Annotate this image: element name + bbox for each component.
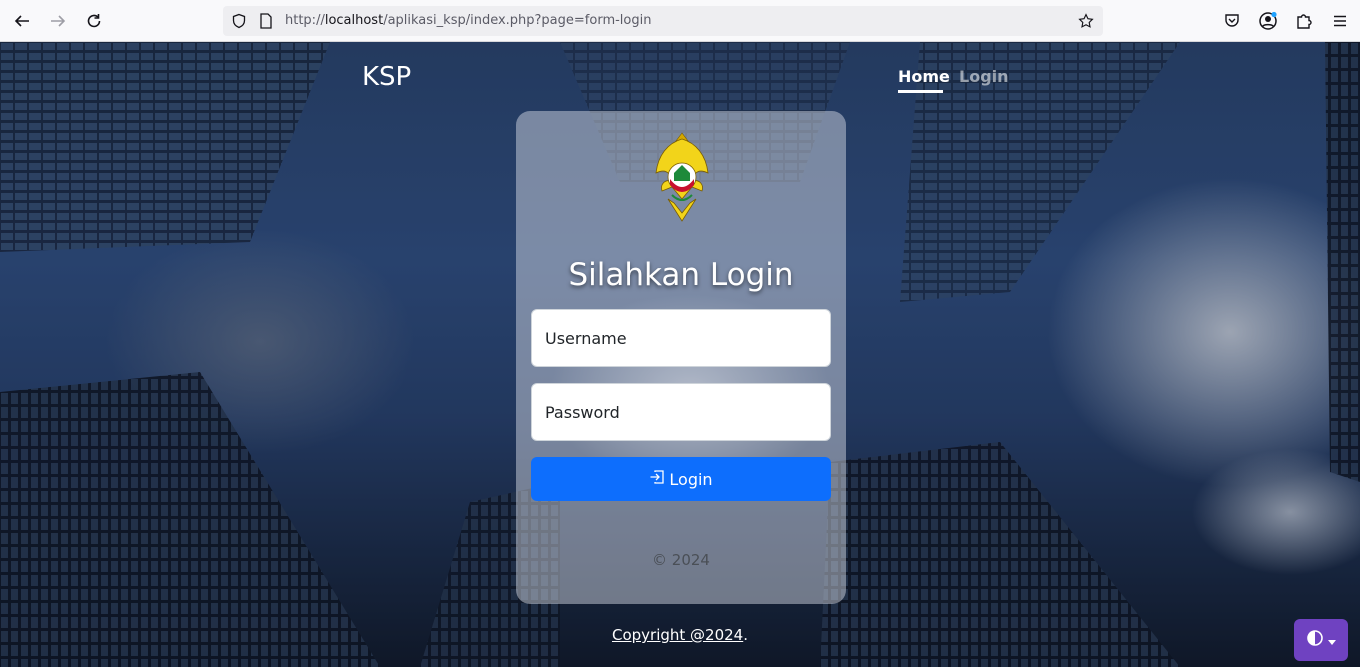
account-icon[interactable] [1258, 11, 1278, 31]
browser-toolbar: http://localhost/aplikasi_ksp/index.php?… [0, 0, 1360, 42]
reload-icon[interactable] [82, 9, 106, 33]
contrast-icon [1306, 629, 1324, 651]
emblem-logo [655, 132, 709, 222]
chevron-down-icon [1328, 631, 1336, 650]
hamburger-menu-icon[interactable] [1330, 11, 1350, 31]
nav-active-indicator [898, 90, 943, 93]
login-card: Silahkan Login Username Password Login ©… [516, 111, 846, 604]
nav-link-login[interactable]: Login [959, 67, 1009, 86]
password-field[interactable]: Password [531, 383, 831, 441]
password-label: Password [545, 403, 620, 422]
shield-icon[interactable] [231, 13, 247, 29]
url-text[interactable]: http://localhost/aplikasi_ksp/index.php?… [285, 13, 651, 28]
login-title: Silahkan Login [568, 257, 794, 293]
copyright-link[interactable]: Copyright @2024 [612, 626, 743, 644]
nav-link-home[interactable]: Home [898, 67, 950, 86]
arrow-right-icon[interactable] [46, 9, 70, 33]
puzzle-icon[interactable] [1294, 11, 1314, 31]
pocket-icon[interactable] [1222, 11, 1242, 31]
navbar-brand[interactable]: KSP [362, 62, 411, 92]
star-icon[interactable] [1078, 13, 1094, 29]
page-background: KSP Home Login Silahkan Login Username P… [0, 42, 1360, 667]
username-label: Username [545, 329, 627, 348]
username-field[interactable]: Username [531, 309, 831, 367]
card-footer: © 2024 [652, 551, 710, 569]
copyright-suffix: . [743, 626, 749, 644]
url-bar[interactable]: http://localhost/aplikasi_ksp/index.php?… [223, 6, 1103, 36]
arrow-left-icon[interactable] [10, 9, 34, 33]
login-button-label: Login [669, 469, 713, 489]
login-icon [649, 469, 665, 489]
page-copyright: Copyright @2024. [0, 626, 1360, 644]
page-icon[interactable] [258, 13, 274, 29]
theme-toggle-button[interactable] [1294, 619, 1348, 661]
login-button[interactable]: Login [531, 457, 831, 501]
